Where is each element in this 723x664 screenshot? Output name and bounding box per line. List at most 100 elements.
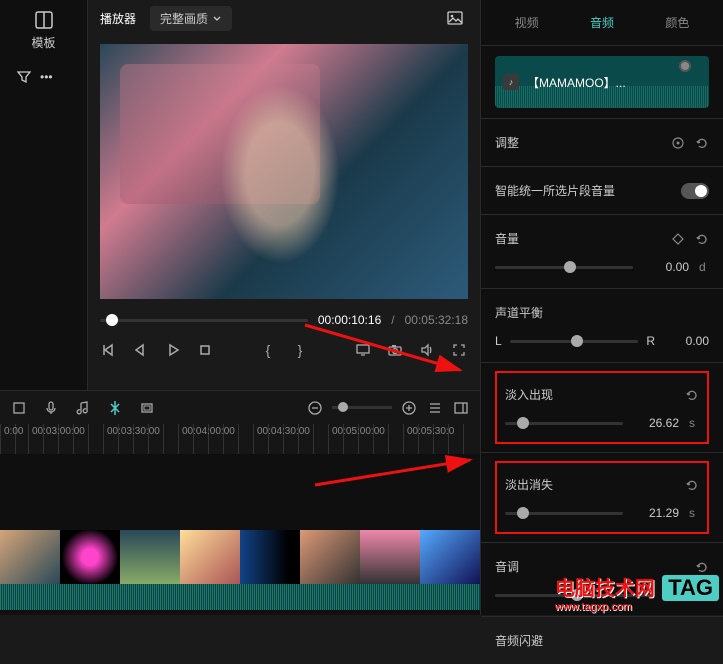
pan-left-label: L (495, 334, 502, 348)
smart-volume-label: 智能统一所选片段音量 (495, 182, 615, 199)
volume-button[interactable] (418, 341, 436, 359)
slider-thumb[interactable] (571, 335, 583, 347)
adjust-label: 调整 (495, 134, 519, 151)
slider-thumb[interactable] (517, 417, 529, 429)
step-back-button[interactable] (132, 341, 150, 359)
ruler-tick: 00:04:30:00 (253, 424, 328, 454)
scrubber[interactable] (100, 319, 308, 322)
clip-thumbnail[interactable] (180, 530, 240, 584)
smart-volume-toggle[interactable] (681, 183, 709, 199)
fadeout-label: 淡出消失 (505, 476, 553, 493)
audio-track[interactable] (0, 584, 480, 610)
player-title: 播放器 (100, 10, 136, 27)
volume-value[interactable]: 0.00 (643, 260, 689, 274)
quality-dropdown[interactable]: 完整画质 (150, 6, 232, 31)
reset-icon[interactable] (695, 232, 709, 246)
clip-thumbnail[interactable] (0, 530, 60, 584)
pan-right-label: R (646, 334, 655, 348)
fadein-unit: s (689, 416, 699, 430)
fadein-label: 淡入出现 (505, 386, 553, 403)
list-view-button[interactable] (426, 399, 444, 417)
clip-thumbnail[interactable] (120, 530, 180, 584)
reset-icon[interactable] (685, 478, 699, 492)
chevron-down-icon (212, 13, 222, 23)
clip-drag-handle[interactable] (679, 60, 691, 72)
mic-tool[interactable] (42, 399, 60, 417)
watermark-tag: TAG (662, 575, 719, 601)
clip-thumbnail[interactable] (300, 530, 360, 584)
tab-audio[interactable]: 音频 (582, 10, 622, 35)
ruler-tick: 00:05:30:0 (403, 424, 478, 454)
music-tool[interactable] (74, 399, 92, 417)
quality-label: 完整画质 (160, 10, 208, 27)
zoom-out-button[interactable] (306, 399, 324, 417)
player-header: 播放器 完整画质 (88, 0, 480, 36)
filter-icon[interactable] (16, 69, 32, 85)
fadeout-unit: s (689, 506, 699, 520)
crop-tool[interactable] (138, 399, 156, 417)
prev-frame-button[interactable] (100, 341, 118, 359)
settings-icon[interactable] (671, 136, 685, 150)
sidebar-tab-template[interactable]: 模板 (0, 0, 87, 61)
playback-controls: { } (88, 333, 480, 367)
tab-video[interactable]: 视频 (507, 10, 547, 35)
slider-thumb[interactable] (517, 507, 529, 519)
audio-clip-title: 【MAMAMOO】... (527, 74, 626, 91)
selection-tool[interactable] (10, 399, 28, 417)
keyframe-icon[interactable] (671, 232, 685, 246)
audio-clip-preview[interactable]: ♪ 【MAMAMOO】... (495, 56, 709, 108)
fadeout-value[interactable]: 21.29 (633, 506, 679, 520)
fullscreen-button[interactable] (450, 341, 468, 359)
slider-thumb[interactable] (564, 261, 576, 273)
slider-thumb[interactable] (338, 402, 348, 412)
volume-label: 音量 (495, 230, 519, 247)
pan-label: 声道平衡 (495, 304, 543, 321)
video-track[interactable] (0, 530, 480, 584)
ruler-tick: 00:05:00:00 (328, 424, 403, 454)
pan-slider[interactable] (510, 340, 639, 343)
tab-color[interactable]: 颜色 (657, 10, 697, 35)
properties-panel: 视频 音频 颜色 ♪ 【MAMAMOO】... 调整 智能统一所选片段音量 音量 (480, 0, 723, 615)
watermark-title: 电脑技术网 (555, 578, 655, 600)
snapshot-button[interactable] (442, 5, 468, 31)
ruler-tick: 00:04:00:00 (178, 424, 253, 454)
player-panel: 播放器 完整画质 00:00:10:16 / 00:05:32:18 { } (88, 0, 480, 390)
fadein-value[interactable]: 26.62 (633, 416, 679, 430)
volume-slider[interactable] (495, 266, 633, 269)
video-preview[interactable] (100, 44, 468, 299)
scrubber-row: 00:00:10:16 / 00:05:32:18 (88, 307, 480, 333)
audio-ducking-label: 音频闪避 (495, 632, 543, 649)
clip-thumbnail[interactable] (360, 530, 420, 584)
timeline-tracks[interactable] (0, 454, 480, 615)
timeline-ruler[interactable]: 0:00 00:03:00:00 00:03:30:00 00:04:00:00… (0, 424, 480, 454)
ruler-tick: 0:00 (0, 424, 28, 454)
ruler-tick: 00:03:00:00 (28, 424, 103, 454)
more-icon[interactable]: ••• (40, 70, 53, 84)
play-button[interactable] (164, 341, 182, 359)
zoom-in-button[interactable] (400, 399, 418, 417)
sidebar-tab-label: 模板 (31, 34, 55, 51)
pan-value[interactable]: 0.00 (663, 334, 709, 348)
scrubber-handle[interactable] (106, 314, 118, 326)
fadeout-slider[interactable] (505, 512, 623, 515)
split-tool[interactable] (106, 399, 124, 417)
timeline-toolbar (0, 390, 480, 424)
fadein-slider[interactable] (505, 422, 623, 425)
clip-thumbnail[interactable] (240, 530, 300, 584)
watermark-url: www.tagxp.com (555, 601, 719, 613)
panel-toggle-button[interactable] (452, 399, 470, 417)
reset-icon[interactable] (695, 136, 709, 150)
properties-tabs: 视频 音频 颜色 (481, 0, 723, 46)
clip-thumbnail[interactable] (420, 530, 480, 584)
ruler-tick: 00:03:30:00 (103, 424, 178, 454)
zoom-slider[interactable] (332, 406, 392, 409)
mark-out-button[interactable]: } (291, 341, 309, 359)
stop-button[interactable] (196, 341, 214, 359)
camera-button[interactable] (386, 341, 404, 359)
reset-icon[interactable] (685, 388, 699, 402)
clip-thumbnail[interactable] (60, 530, 120, 584)
screen-toggle-button[interactable] (354, 341, 372, 359)
fadein-section: 淡入出现 26.62 s (495, 371, 709, 444)
mark-in-button[interactable]: { (259, 341, 277, 359)
music-icon: ♪ (503, 74, 519, 90)
